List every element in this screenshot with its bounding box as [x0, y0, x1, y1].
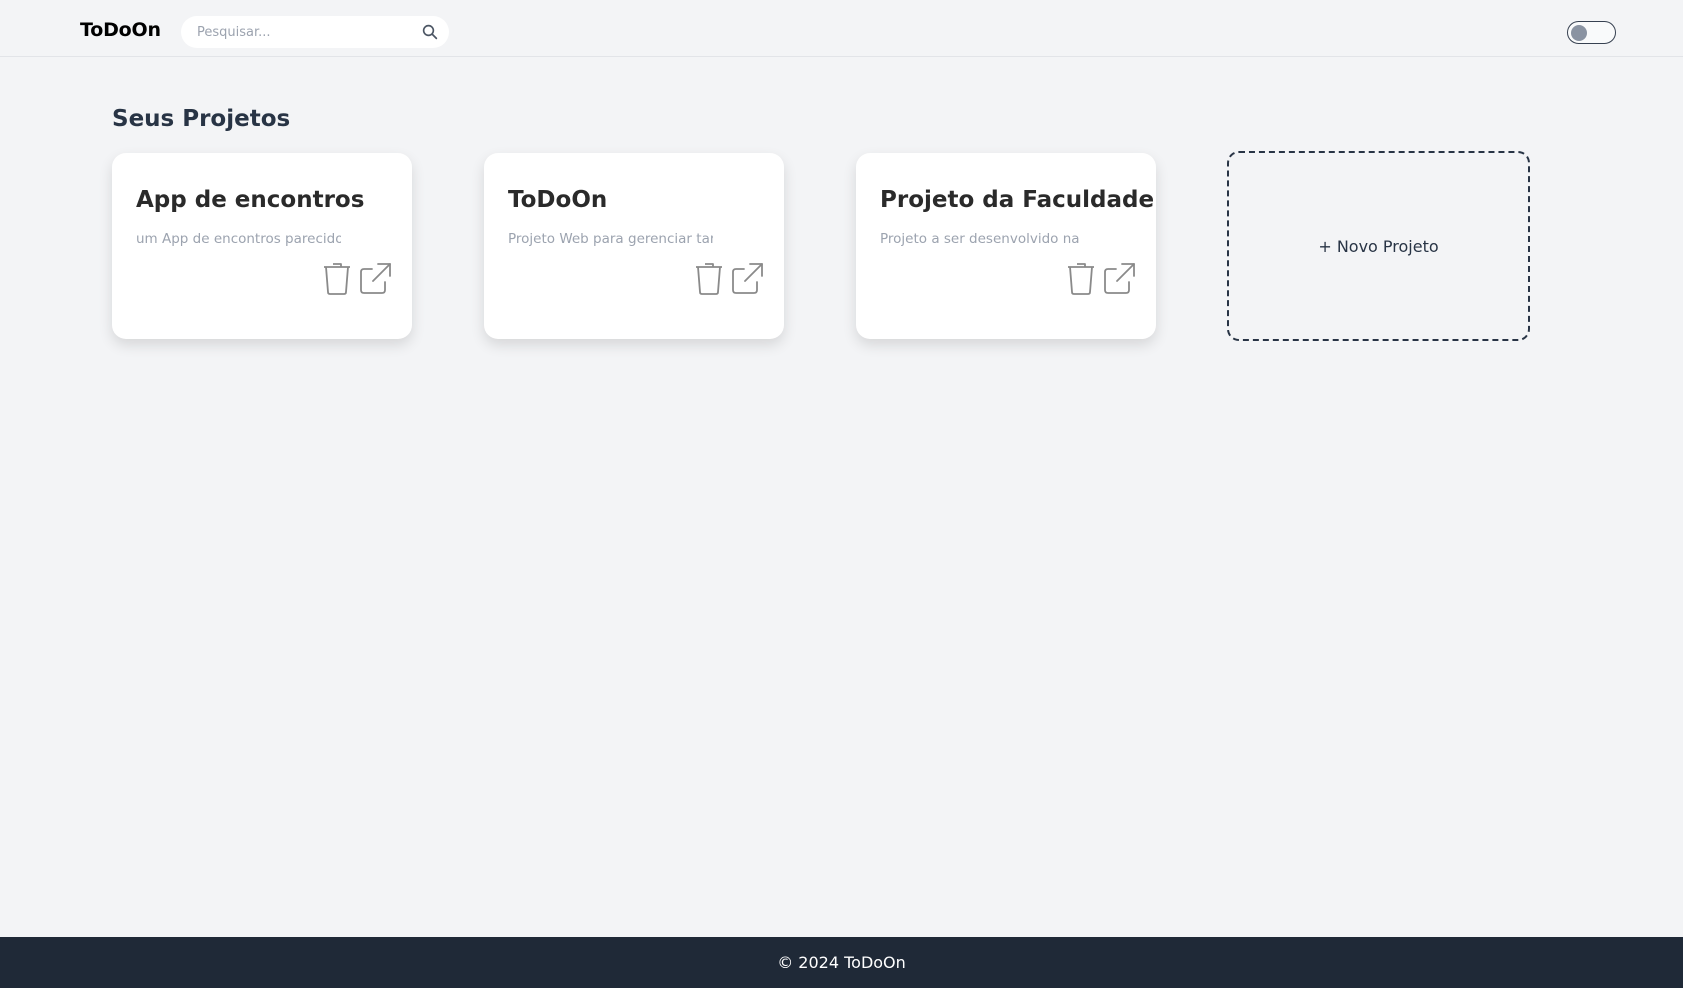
- project-title: ToDoOn: [508, 187, 608, 213]
- external-link-icon[interactable]: [358, 261, 392, 295]
- trash-icon[interactable]: [694, 261, 724, 295]
- project-title: App de encontros: [136, 187, 365, 213]
- brand-logo[interactable]: ToDoOn: [80, 19, 161, 41]
- search-input[interactable]: [197, 16, 417, 48]
- search-box: [181, 16, 449, 48]
- project-card[interactable]: ToDoOn Projeto Web para gerenciar tar: [484, 153, 784, 339]
- trash-icon[interactable]: [1066, 261, 1096, 295]
- new-project-button[interactable]: + Novo Projeto: [1227, 151, 1530, 341]
- theme-toggle[interactable]: [1567, 21, 1616, 44]
- project-card[interactable]: Projeto da Faculdade Projeto a ser desen…: [856, 153, 1156, 339]
- new-project-label: + Novo Projeto: [1318, 237, 1439, 256]
- project-card[interactable]: App de encontros um App de encontros par…: [112, 153, 412, 339]
- project-description: Projeto a ser desenvolvido na: [880, 231, 1080, 247]
- footer: © 2024 ToDoOn: [0, 937, 1683, 988]
- toggle-knob: [1571, 24, 1587, 41]
- navbar: ToDoOn: [0, 0, 1683, 57]
- search-icon[interactable]: [421, 23, 439, 41]
- project-description: Projeto Web para gerenciar tar: [508, 231, 713, 247]
- external-link-icon[interactable]: [1102, 261, 1136, 295]
- trash-icon[interactable]: [322, 261, 352, 295]
- footer-copyright: © 2024 ToDoOn: [777, 953, 906, 972]
- external-link-icon[interactable]: [730, 261, 764, 295]
- page-title: Seus Projetos: [112, 106, 291, 132]
- project-title: Projeto da Faculdade: [880, 187, 1155, 213]
- project-description: um App de encontros parecido c: [136, 231, 341, 247]
